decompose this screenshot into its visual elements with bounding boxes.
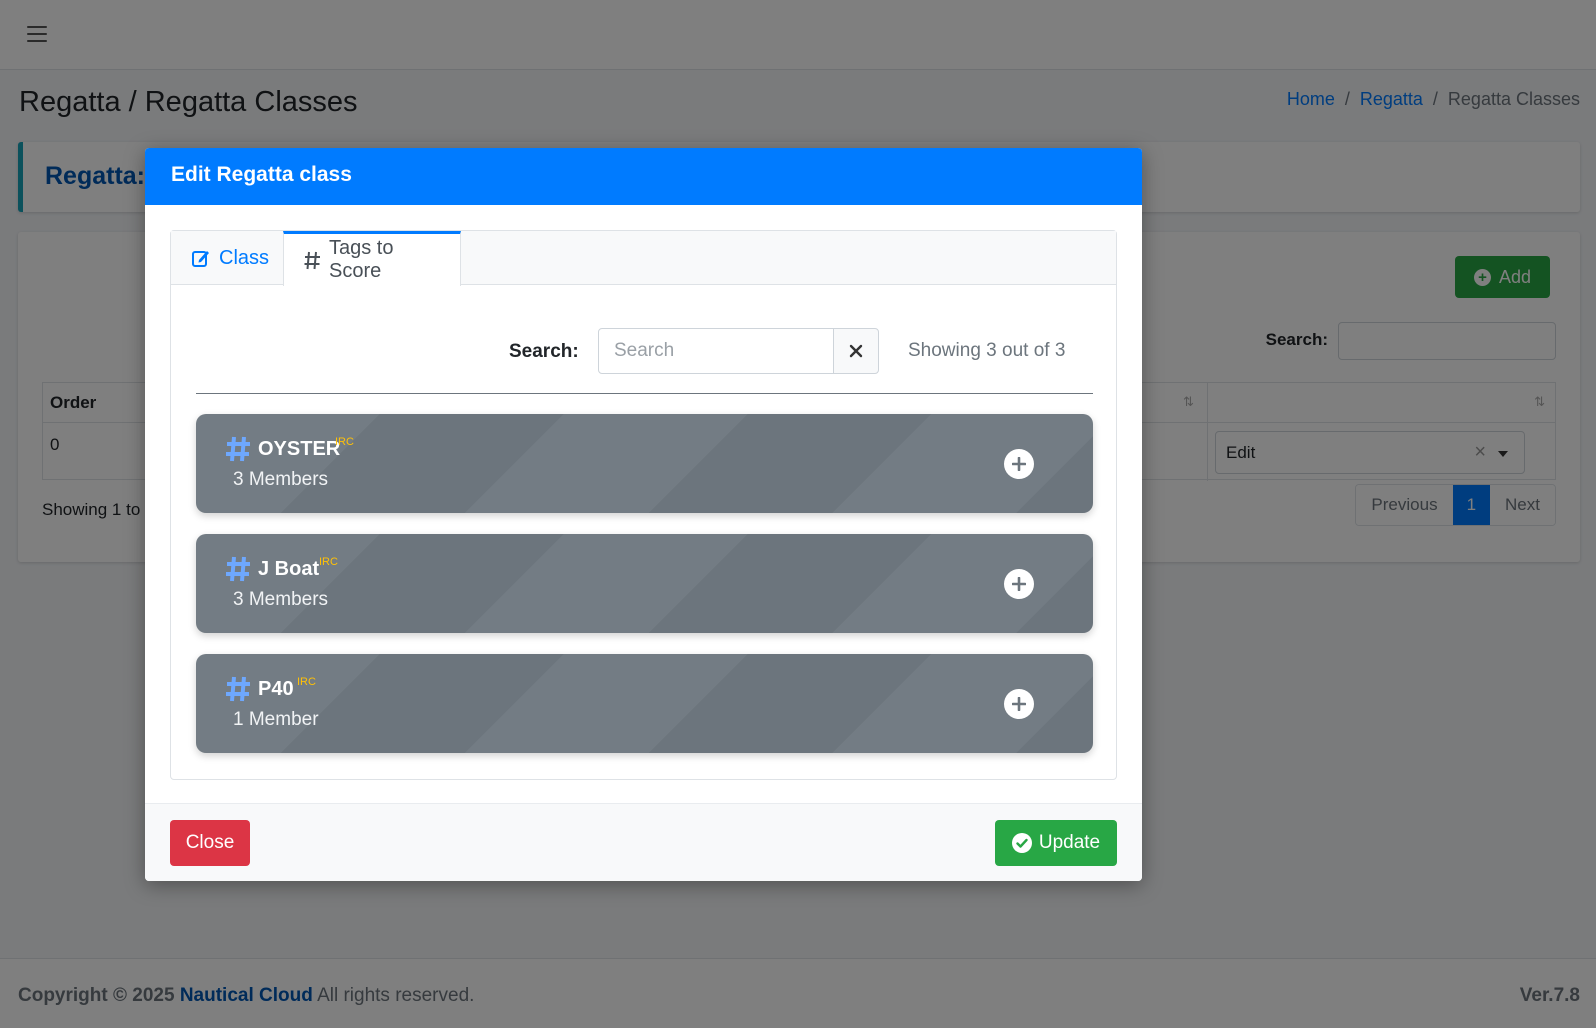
tag-list: OYSTER IRC 3 Members J Boat IRC 3 Member… [196, 414, 1093, 774]
tab-class[interactable]: Class [171, 231, 283, 285]
clear-search-button[interactable] [833, 328, 879, 374]
edit-icon [192, 251, 209, 267]
hashtag-icon [226, 436, 250, 462]
update-button-label: Update [1038, 832, 1101, 853]
check-circle-icon [1011, 833, 1032, 853]
close-icon [849, 344, 863, 358]
tag-members: 3 Members [233, 589, 329, 610]
tag-members: 1 Member [233, 709, 319, 730]
tag-search-label: Search: [509, 341, 579, 362]
tab-card: Class Tags to Score Search: Showing 3 ou… [170, 230, 1117, 780]
tag-name: P40 [258, 678, 294, 700]
add-tag-button[interactable] [1004, 689, 1034, 719]
edit-regatta-class-modal: Edit Regatta class Class Tags to Score S… [145, 148, 1142, 881]
modal-header: Edit Regatta class [145, 148, 1142, 205]
divider [196, 393, 1093, 394]
modal-footer: Close Update [145, 803, 1142, 881]
close-button[interactable]: Close [170, 820, 250, 866]
tag-name: OYSTER [258, 438, 341, 460]
plus-icon [1012, 457, 1026, 471]
modal-title: Edit Regatta class [171, 163, 352, 186]
tag-card-p40: P40 IRC 1 Member [196, 654, 1093, 753]
add-tag-button[interactable] [1004, 569, 1034, 599]
tag-badge: IRC [335, 436, 354, 448]
tab-class-label: Class [219, 246, 270, 269]
tag-members: 3 Members [233, 469, 329, 490]
tag-search-input[interactable] [598, 328, 834, 374]
showing-count: Showing 3 out of 3 [908, 340, 1066, 361]
tag-badge: IRC [319, 556, 338, 568]
update-button[interactable]: Update [995, 820, 1117, 866]
hashtag-icon [304, 251, 320, 269]
hashtag-icon [226, 676, 250, 702]
tag-name: J Boat [258, 558, 320, 580]
tag-search-row: Search: Showing 3 out of 3 [171, 328, 1116, 374]
tag-card-oyster: OYSTER IRC 3 Members [196, 414, 1093, 513]
plus-icon [1012, 577, 1026, 591]
tab-bar: Class Tags to Score [171, 231, 1116, 286]
plus-icon [1012, 697, 1026, 711]
hashtag-icon [226, 556, 250, 582]
tab-tags-label: Tags to Score [329, 237, 394, 282]
add-tag-button[interactable] [1004, 449, 1034, 479]
tag-card-j-boat: J Boat IRC 3 Members [196, 534, 1093, 633]
tag-badge: IRC [297, 676, 316, 688]
tab-tags-to-score[interactable]: Tags to Score [283, 231, 461, 286]
